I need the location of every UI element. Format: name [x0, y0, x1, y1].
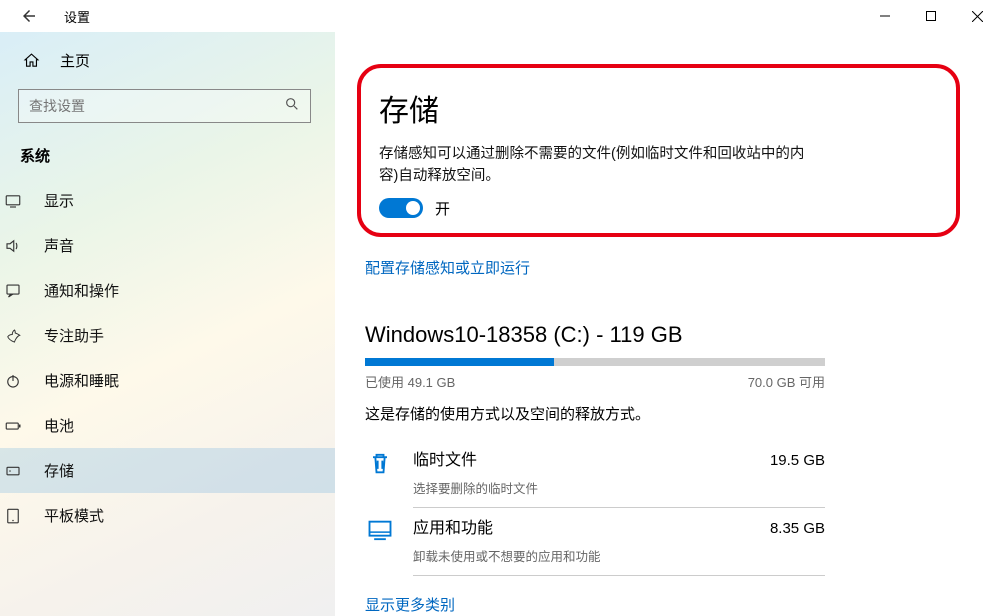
toggle-state-label: 开: [435, 198, 450, 219]
battery-icon: [4, 417, 22, 435]
home-label: 主页: [60, 50, 90, 71]
show-more-categories-link[interactable]: 显示更多类别: [365, 594, 455, 615]
nav-item-tablet[interactable]: 平板模式: [0, 493, 335, 538]
maximize-button[interactable]: [908, 0, 954, 32]
nav-label: 专注助手: [44, 325, 104, 346]
apps-icon: [365, 516, 395, 546]
storage-sense-desc: 存储感知可以通过删除不需要的文件(例如临时文件和回收站中的内容)自动释放空间。: [379, 144, 809, 188]
nav-label: 通知和操作: [44, 280, 119, 301]
tablet-icon: [4, 507, 22, 525]
minimize-icon: [880, 11, 890, 21]
nav-item-sound[interactable]: 声音: [0, 223, 335, 268]
nav-label: 电池: [44, 415, 74, 436]
nav-label: 平板模式: [44, 505, 104, 526]
drive-desc: 这是存储的使用方式以及空间的释放方式。: [365, 403, 960, 424]
display-icon: [4, 192, 22, 210]
nav-item-notifications[interactable]: 通知和操作: [0, 268, 335, 313]
nav-item-power[interactable]: 电源和睡眠: [0, 358, 335, 403]
trash-icon: [365, 448, 395, 478]
home-nav[interactable]: 主页: [18, 42, 335, 89]
window-controls: [862, 0, 1000, 32]
section-title: 系统: [18, 123, 335, 178]
home-icon: [22, 52, 40, 69]
storage-sense-toggle[interactable]: [379, 198, 423, 218]
search-box[interactable]: [18, 89, 311, 123]
configure-storage-sense-link[interactable]: 配置存储感知或立即运行: [365, 257, 530, 278]
category-temp-files[interactable]: 临时文件 19.5 GB 选择要删除的临时文件: [365, 446, 825, 508]
category-apps[interactable]: 应用和功能 8.35 GB 卸载未使用或不想要的应用和功能: [365, 514, 825, 576]
nav-item-battery[interactable]: 电池: [0, 403, 335, 448]
nav-item-storage[interactable]: 存储: [0, 448, 335, 493]
minimize-button[interactable]: [862, 0, 908, 32]
drive-title: Windows10-18358 (C:) - 119 GB: [365, 322, 960, 348]
nav-list: 显示 声音 通知和操作 专注助手 电源和睡眠 电池: [0, 178, 335, 538]
nav-label: 电源和睡眠: [44, 370, 119, 391]
nav-item-display[interactable]: 显示: [0, 178, 335, 223]
back-button[interactable]: [14, 1, 44, 31]
search-input[interactable]: [29, 98, 284, 114]
category-sub: 选择要删除的临时文件: [413, 478, 825, 497]
usage-bar: [365, 358, 825, 366]
category-size: 19.5 GB: [770, 452, 825, 469]
titlebar: 设置: [0, 0, 1000, 32]
usage-bar-fill: [365, 358, 554, 366]
close-icon: [972, 11, 983, 22]
nav-item-focus[interactable]: 专注助手: [0, 313, 335, 358]
storage-icon: [4, 462, 22, 480]
content-area: 存储 存储感知可以通过删除不需要的文件(例如临时文件和回收站中的内容)自动释放空…: [335, 32, 1000, 616]
category-sub: 卸载未使用或不想要的应用和功能: [413, 546, 825, 565]
used-label: 已使用 49.1 GB: [365, 372, 455, 391]
notifications-icon: [4, 282, 22, 300]
category-size: 8.35 GB: [770, 520, 825, 537]
sidebar: 主页 系统 显示 声音 通知和操作: [0, 32, 335, 616]
search-icon: [284, 96, 300, 117]
category-name: 临时文件: [413, 446, 477, 470]
focus-icon: [4, 327, 22, 345]
page-title: 存储: [379, 86, 932, 130]
app-title: 设置: [64, 7, 90, 26]
nav-label: 显示: [44, 190, 74, 211]
free-label: 70.0 GB 可用: [748, 372, 825, 391]
close-button[interactable]: [954, 0, 1000, 32]
drive-section: Windows10-18358 (C:) - 119 GB 已使用 49.1 G…: [357, 322, 960, 615]
category-name: 应用和功能: [413, 514, 493, 538]
maximize-icon: [926, 11, 936, 21]
sound-icon: [4, 237, 22, 255]
power-icon: [4, 372, 22, 390]
nav-label: 存储: [44, 460, 74, 481]
nav-label: 声音: [44, 235, 74, 256]
storage-sense-panel: 存储 存储感知可以通过删除不需要的文件(例如临时文件和回收站中的内容)自动释放空…: [357, 64, 960, 237]
arrow-left-icon: [20, 7, 38, 25]
